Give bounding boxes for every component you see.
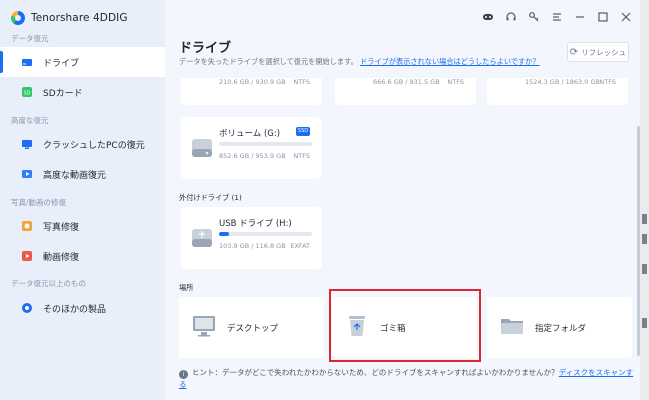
scroll-tick: [642, 264, 647, 274]
sidebar-item-label: ドライブ: [43, 58, 80, 69]
drive-card[interactable]: 1524.3 GB / 1863.0 GB NTFS: [487, 78, 628, 105]
other-products-icon: [20, 301, 34, 315]
drive-not-shown-link[interactable]: ドライブが表示されない場合はどうしたらよいですか？: [360, 57, 539, 66]
highlight-box: [329, 289, 481, 362]
section-label-photo-video-repair: 写真/動画の修復: [11, 198, 67, 207]
drive-card-usb-h[interactable]: USB ドライブ (H:) 103.9 GB / 116.8 GB EXFAT: [181, 207, 322, 269]
drive-filesystem: NTFS: [293, 78, 310, 86]
sidebar-item-label: クラッシュしたPCの復元: [43, 140, 145, 151]
sidebar-item-label: 高度な動画復元: [43, 170, 107, 181]
scroll-tick: [642, 214, 647, 224]
hint-text: i ヒント：データがどこで失われたかわからないため、どのドライブをスキャンすればよ…: [179, 367, 634, 391]
drive-size: 210.6 GB / 930.9 GB: [219, 78, 286, 86]
photo-repair-icon: [20, 219, 34, 233]
external-drives-label: 外付けドライブ (1): [179, 193, 242, 202]
video-icon: [20, 167, 34, 181]
menu-icon[interactable]: [550, 11, 563, 24]
sidebar: Tenorshare 4DDIG データ復元 ドライブ SD SDカード 高度な…: [0, 0, 165, 400]
location-desktop[interactable]: デスクトップ: [179, 297, 324, 358]
app-name: Tenorshare 4DDIG: [31, 12, 128, 24]
sidebar-item-label: そのほかの製品: [43, 304, 107, 315]
refresh-label: リフレッシュ: [581, 47, 627, 57]
sidebar-item-photo-repair[interactable]: 写真修復: [0, 211, 165, 241]
sidebar-item-other-products[interactable]: そのほかの製品: [0, 293, 165, 323]
scroll-tick: [642, 318, 647, 328]
subtitle-text: データを失ったドライブを選択して復元を開始します。: [179, 57, 358, 66]
drive-icon: [20, 55, 34, 69]
maximize-icon[interactable]: [596, 11, 609, 24]
drive-card-volume-g[interactable]: ボリューム (G:) SSD 852.6 GB / 953.9 GB NTFS: [181, 117, 322, 179]
sidebar-item-advanced-video[interactable]: 高度な動画復元: [0, 159, 165, 189]
drive-name: USB ドライブ (H:): [219, 219, 292, 229]
section-label-data-recovery: データ復元: [11, 34, 49, 43]
background-strip: [640, 0, 649, 400]
locations-label: 場所: [179, 283, 194, 292]
sidebar-item-crashed-pc[interactable]: クラッシュしたPCの復元: [0, 129, 165, 159]
ssd-badge: SSD: [296, 127, 310, 136]
folder-icon: [501, 319, 523, 334]
drive-size: 1524.3 GB / 1863.0 GB: [525, 78, 600, 86]
hint-prefix: ヒント：データがどこで失われたかわからないため、どのドライブをスキャンすればよい…: [192, 368, 559, 377]
section-label-beyond-recovery: データ復元以上のもの: [11, 279, 86, 288]
desktop-icon: [193, 316, 215, 337]
location-label: 指定フォルダ: [535, 324, 587, 334]
sidebar-item-label: 動画修復: [43, 252, 80, 263]
sidebar-item-sd-card[interactable]: SD SDカード: [0, 77, 165, 107]
support-headset-icon[interactable]: [504, 11, 517, 24]
crashed-pc-icon: [20, 137, 34, 151]
drive-filesystem: NTFS: [447, 78, 464, 86]
drive-filesystem: NTFS: [599, 78, 616, 86]
feedback-icon[interactable]: [481, 11, 494, 24]
location-label: デスクトップ: [227, 324, 279, 334]
drive-size: 852.6 GB / 953.9 GB: [219, 152, 286, 160]
usb-drive-icon: [192, 229, 212, 247]
svg-text:SD: SD: [23, 91, 30, 97]
close-icon[interactable]: [619, 11, 632, 24]
sidebar-item-video-repair[interactable]: 動画修復: [0, 241, 165, 271]
window-controls: [481, 11, 632, 24]
info-icon: i: [179, 370, 188, 379]
drive-card[interactable]: 210.6 GB / 930.9 GB NTFS: [181, 78, 322, 105]
section-label-advanced-recovery: 高度な復元: [11, 116, 49, 125]
key-icon[interactable]: [527, 11, 540, 24]
refresh-button[interactable]: ⟳ リフレッシュ: [567, 42, 629, 62]
scroll-tick: [642, 234, 647, 244]
sidebar-item-drive[interactable]: ドライブ: [0, 47, 165, 77]
drive-usage-fill: [219, 232, 230, 236]
drive-usage-bar: [219, 232, 312, 236]
hard-drive-icon: [192, 139, 212, 157]
video-repair-icon: [20, 249, 34, 263]
page-title: ドライブ: [179, 41, 232, 56]
sidebar-item-label: SDカード: [43, 88, 83, 99]
drive-size: 666.6 GB / 931.5 GB: [373, 78, 440, 86]
drive-filesystem: EXFAT: [290, 242, 310, 250]
app-logo-icon: [11, 11, 25, 25]
drive-filesystem: NTFS: [293, 152, 310, 160]
drive-name: ボリューム (G:): [219, 129, 281, 139]
sd-card-icon: SD: [20, 85, 34, 99]
page-subtitle: データを失ったドライブを選択して復元を開始します。 ドライブが表示されない場合は…: [179, 57, 540, 67]
refresh-icon: ⟳: [569, 46, 579, 58]
sidebar-item-label: 写真修復: [43, 222, 80, 233]
drive-usage-bar: [219, 142, 312, 146]
brand: Tenorshare 4DDIG: [11, 10, 128, 26]
location-specified-folder[interactable]: 指定フォルダ: [487, 297, 632, 358]
minimize-icon[interactable]: [573, 11, 586, 24]
drive-size: 103.9 GB / 116.8 GB: [219, 242, 286, 250]
app-window: Tenorshare 4DDIG データ復元 ドライブ SD SDカード 高度な…: [0, 0, 640, 400]
drive-card[interactable]: 666.6 GB / 931.5 GB NTFS: [335, 78, 476, 105]
